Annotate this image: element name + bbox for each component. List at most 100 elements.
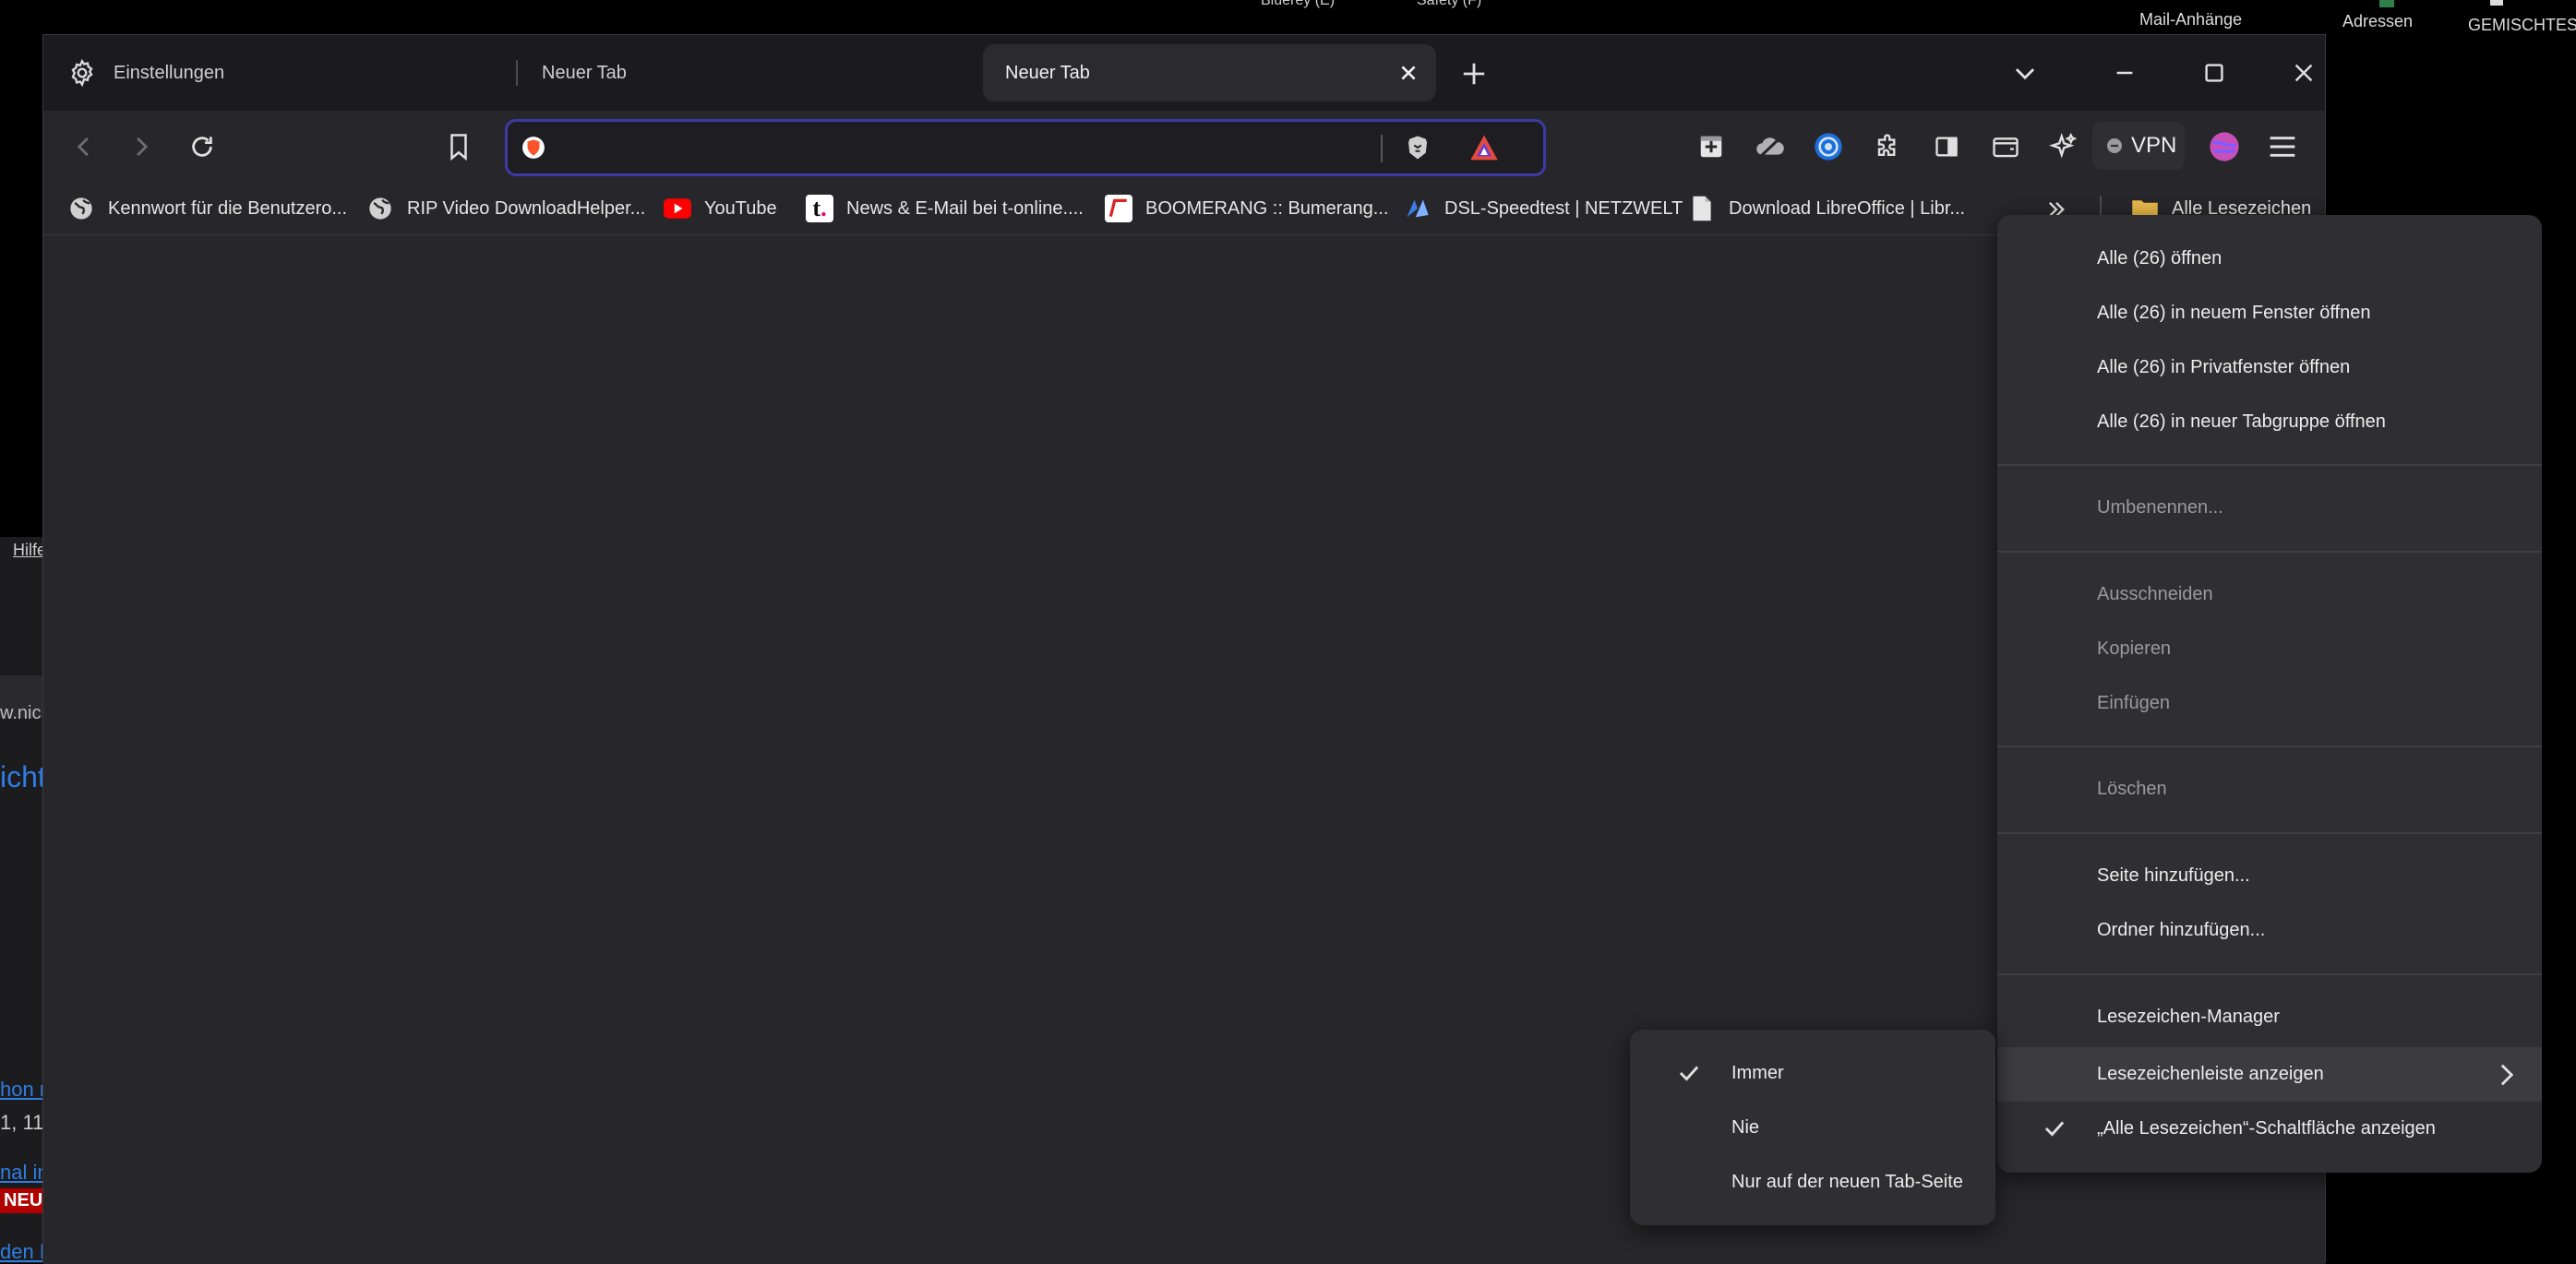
back-icon[interactable] — [66, 128, 102, 165]
bg-text[interactable]: hon n — [0, 1078, 42, 1102]
bookmarks-context-menu: Alle (26) öffnen Alle (26) in neuem Fens… — [1997, 215, 2542, 1173]
bookmark-item[interactable]: BOOMERANG :: Bumerang... — [1105, 192, 1388, 225]
menu-item-label: Einfügen — [2097, 693, 2170, 713]
desktop-drive-label: Safety (F) — [1417, 0, 1482, 8]
bookmark-item[interactable]: YouTube — [664, 192, 777, 225]
address-bar[interactable] — [505, 119, 1546, 176]
bookmark-item[interactable]: Download LibreOffice | Libr... — [1688, 192, 1965, 225]
bookmark-label: BOOMERANG :: Bumerang... — [1145, 197, 1389, 219]
window-close-icon[interactable] — [2281, 51, 2327, 95]
extensions-puzzle-icon[interactable] — [1870, 128, 1907, 165]
menu-rename[interactable]: Umbenennen... — [1997, 481, 2542, 535]
tab-label: Einstellungen — [114, 62, 225, 83]
menu-item-label: Löschen — [2097, 779, 2167, 799]
bookmark-item[interactable]: DSL-Speedtest | NETZWELT — [1404, 192, 1683, 225]
menu-item-label: Alle (26) in Privatfenster öffnen — [2097, 357, 2351, 377]
tab-label: Neuer Tab — [1005, 62, 1090, 83]
extension-plus-icon[interactable] — [1693, 128, 1730, 165]
extension-circle-icon[interactable] — [1810, 128, 1847, 165]
menu-item-label: Alle (26) in neuer Tabgruppe öffnen — [2097, 411, 2386, 432]
bookmark-item[interactable]: Kennwort für die Benutzero... — [67, 192, 347, 225]
tab-einstellungen[interactable]: Einstellungen — [54, 44, 516, 101]
sidebar-toggle-icon[interactable] — [1928, 128, 1965, 165]
vpn-button[interactable]: VPN — [2092, 122, 2185, 170]
menu-show-all-bookmarks-button[interactable]: „Alle Lesezeichen“-Schaltfläche anzeigen — [1997, 1102, 2542, 1156]
menu-open-all-private-window[interactable]: Alle (26) in Privatfenster öffnen — [1997, 340, 2542, 395]
menu-open-all[interactable]: Alle (26) öffnen — [1997, 232, 2542, 286]
desktop-icon[interactable] — [2490, 0, 2503, 6]
brave-rewards-triangle-icon[interactable] — [1468, 131, 1501, 164]
submenu-new-tab-only[interactable]: Nur auf der neuen Tab-Seite — [1630, 1155, 1995, 1210]
menu-divider — [1997, 551, 2542, 553]
wallet-icon[interactable] — [1987, 128, 2024, 165]
menu-open-all-new-window[interactable]: Alle (26) in neuem Fenster öffnen — [1997, 286, 2542, 340]
menu-add-folder[interactable]: Ordner hinzufügen... — [1997, 903, 2542, 958]
menu-paste[interactable]: Einfügen — [1997, 676, 2542, 731]
menu-show-bookmarks-bar[interactable]: Lesezeichenleiste anzeigen — [1997, 1047, 2542, 1102]
bookmark-label: YouTube — [704, 197, 777, 219]
navigation-toolbar: VPN — [43, 111, 2325, 183]
menu-item-label: Ordner hinzufügen... — [2097, 920, 2266, 940]
youtube-icon — [664, 195, 691, 222]
desktop-drive-label: Bluerey (E) — [1261, 0, 1336, 8]
bookmarks-bar: Kennwort für die Benutzero... RIP Video … — [43, 183, 2325, 235]
bookmark-label: RIP Video DownloadHelper... — [407, 197, 646, 219]
profile-avatar-icon[interactable] — [2206, 128, 2243, 165]
submenu-always[interactable]: Immer — [1630, 1046, 1995, 1101]
background-window: Hilfe w.nic icht hon n 1, 11: nal in NEU… — [0, 537, 42, 1263]
globe-icon — [67, 195, 95, 222]
tab-list-chevron-down-icon[interactable] — [2002, 51, 2048, 95]
bookmark-icon[interactable] — [440, 128, 477, 165]
tab-neuer-tab-active[interactable]: Neuer Tab — [983, 44, 1436, 101]
menu-item-label: Immer — [1731, 1063, 1784, 1083]
minimize-icon[interactable] — [2102, 51, 2148, 95]
menu-cut[interactable]: Ausschneiden — [1997, 567, 2542, 622]
maximize-icon[interactable] — [2191, 51, 2237, 95]
t-online-icon: t. — [806, 195, 833, 222]
menu-item-label: Nie — [1731, 1117, 1760, 1138]
bookmark-item[interactable]: RIP Video DownloadHelper... — [366, 192, 645, 225]
menu-item-label: Umbenennen... — [2097, 497, 2223, 518]
checkmark-icon — [2042, 1115, 2067, 1141]
desktop-icon-adressen[interactable]: Adressen — [2342, 12, 2413, 31]
reload-icon[interactable] — [184, 128, 221, 165]
submenu-never[interactable]: Nie — [1630, 1101, 1995, 1155]
menu-divider — [1997, 464, 2542, 466]
bg-menu-help[interactable]: Hilfe — [13, 541, 42, 560]
hamburger-menu-icon[interactable] — [2264, 128, 2301, 165]
brave-shields-lion-icon[interactable] — [1401, 131, 1434, 164]
menu-copy[interactable]: Kopieren — [1997, 622, 2542, 676]
menu-item-label: Seite hinzufügen... — [2097, 865, 2250, 886]
menu-divider — [1997, 832, 2542, 834]
menu-item-label: Kopieren — [2097, 638, 2172, 659]
close-icon[interactable] — [1396, 60, 1421, 86]
menu-open-all-new-tab-group[interactable]: Alle (26) in neuer Tabgruppe öffnen — [1997, 395, 2542, 449]
netzwelt-icon — [1404, 195, 1432, 222]
menu-delete[interactable]: Löschen — [1997, 762, 2542, 817]
address-input[interactable] — [554, 129, 1425, 168]
bg-text: 1, 11: — [0, 1111, 42, 1134]
bg-heading-link[interactable]: icht — [0, 760, 42, 794]
bg-text[interactable]: nal in — [0, 1161, 42, 1185]
menu-add-page[interactable]: Seite hinzufügen... — [1997, 849, 2542, 903]
menu-divider — [1997, 973, 2542, 975]
leo-ai-sparkle-icon[interactable] — [2044, 128, 2081, 165]
bg-url-fragment: w.nic — [0, 703, 42, 723]
bg-text[interactable]: den B — [0, 1240, 42, 1263]
desktop-icon-gemischtes[interactable]: GEMISCHTES — [2468, 16, 2576, 35]
tab-label: Neuer Tab — [542, 62, 627, 83]
checkmark-icon — [1676, 1060, 1702, 1086]
forward-icon[interactable] — [123, 128, 160, 165]
brave-shield-site-icon[interactable] — [521, 135, 546, 161]
tab-neuer-tab[interactable]: Neuer Tab — [542, 44, 1003, 101]
menu-bookmark-manager[interactable]: Lesezeichen-Manager — [1997, 990, 2542, 1044]
cloud-off-icon[interactable] — [1752, 128, 1789, 165]
bookmark-item[interactable]: t. News & E-Mail bei t-online.... — [806, 192, 1084, 225]
desktop-icon[interactable] — [2379, 0, 2394, 7]
menu-item-label: Alle (26) öffnen — [2097, 248, 2223, 268]
desktop-icon-mail-anhaenge[interactable]: Mail-Anhänge — [2139, 10, 2242, 30]
tab-strip: Einstellungen Neuer Tab Neuer Tab — [43, 35, 2325, 111]
menu-item-label: Nur auf der neuen Tab-Seite — [1731, 1172, 1963, 1192]
bookmark-label: DSL-Speedtest | NETZWELT — [1444, 197, 1683, 219]
new-tab-plus-icon[interactable] — [1456, 55, 1492, 92]
